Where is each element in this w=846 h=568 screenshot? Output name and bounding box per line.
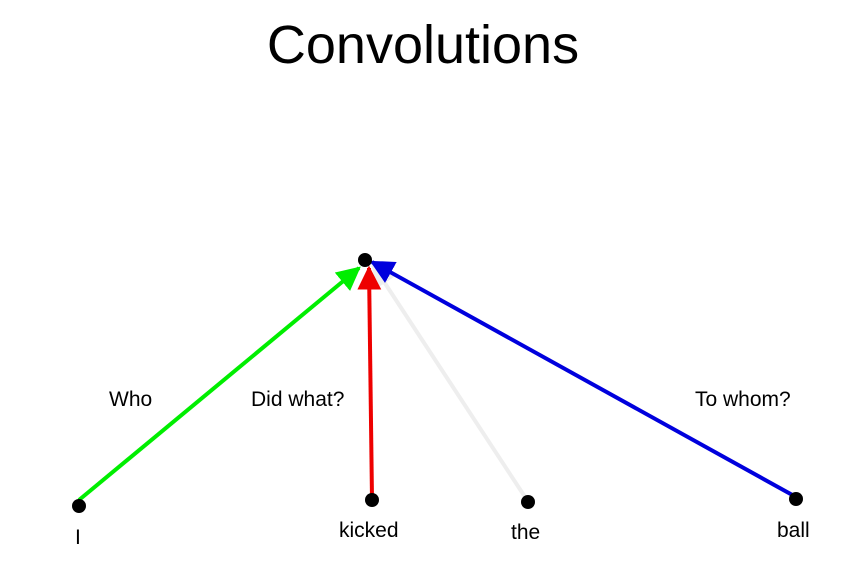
word-label-i: I	[75, 526, 81, 549]
edge-label-who: Who	[109, 388, 153, 411]
word-node-ball	[789, 492, 803, 506]
edge-who	[77, 266, 361, 502]
word-node-i	[72, 499, 86, 513]
edge-label-to-whom: To whom?	[695, 388, 791, 411]
word-label-ball: ball	[777, 519, 810, 542]
convolution-diagram	[72, 253, 803, 513]
word-label-the: the	[511, 521, 541, 544]
word-node-kicked	[365, 493, 379, 507]
edge-to-whom	[369, 260, 797, 499]
edge-label-did-what: Did what?	[251, 388, 345, 411]
edge-did-what	[357, 265, 382, 500]
word-node-the	[521, 495, 535, 509]
word-label-kicked: kicked	[339, 519, 399, 542]
edge-the	[371, 262, 529, 502]
output-node	[358, 253, 372, 267]
